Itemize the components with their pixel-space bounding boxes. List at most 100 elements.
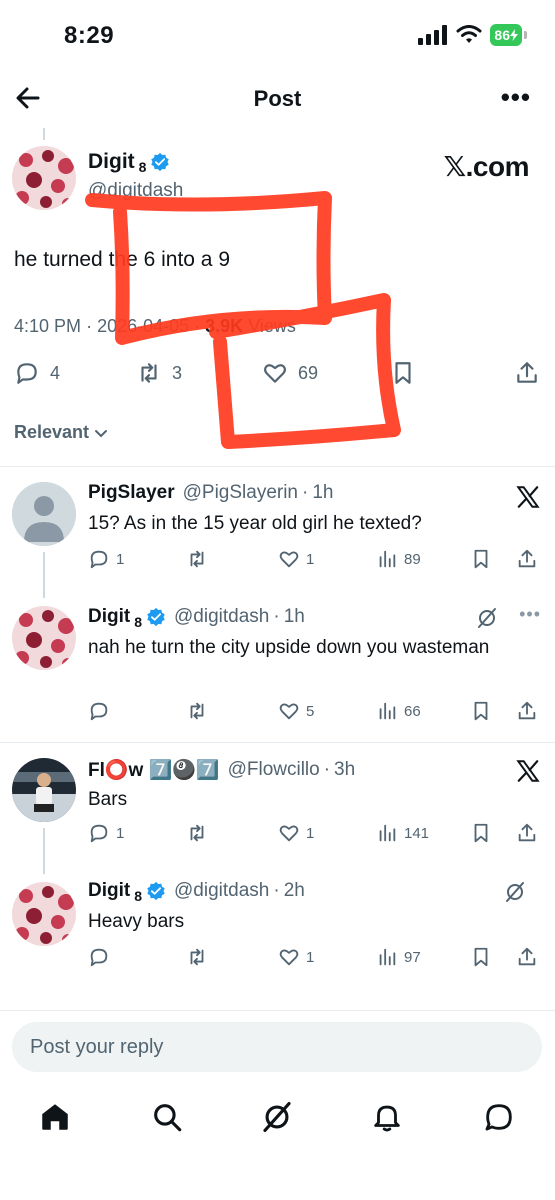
like-button[interactable]: 1 xyxy=(278,946,314,968)
avatar-image xyxy=(12,758,76,822)
verified-badge-icon xyxy=(147,881,165,901)
message-icon[interactable] xyxy=(482,1100,516,1134)
reply-actions: 5 66 xyxy=(88,700,538,724)
author-name-suffix: 8 xyxy=(134,614,143,630)
post-time: 4:10 PM xyxy=(14,316,82,336)
like-count: 1 xyxy=(306,550,315,568)
share-icon xyxy=(518,549,536,568)
avatar[interactable] xyxy=(12,146,76,210)
reply-icon xyxy=(90,550,108,569)
repost-button[interactable]: 3 xyxy=(136,360,182,386)
bookmark-button[interactable] xyxy=(390,360,416,386)
share-button[interactable] xyxy=(516,822,538,844)
views-button[interactable]: 97 xyxy=(376,946,421,968)
heart-icon xyxy=(264,364,286,383)
views-label: Views xyxy=(248,316,296,336)
author-handle[interactable]: @digitdash xyxy=(88,180,183,202)
reply-text: 15? As in the 15 year old girl he texted… xyxy=(88,513,422,534)
like-count: 69 xyxy=(298,362,319,383)
views-button[interactable]: 66 xyxy=(376,700,421,722)
share-button[interactable] xyxy=(514,360,540,386)
reply-author-name[interactable]: Fl⭕w 7️⃣🎱7️⃣ xyxy=(88,758,220,782)
reply-button[interactable]: 1 xyxy=(88,822,124,844)
more-icon[interactable]: ••• xyxy=(519,604,541,625)
battery-level: 86 xyxy=(494,27,510,43)
grok-icon[interactable] xyxy=(260,1100,294,1134)
meta-separator: · xyxy=(273,606,280,627)
like-button[interactable]: 1 xyxy=(278,822,314,844)
like-count: 5 xyxy=(306,702,315,720)
reply-count: 1 xyxy=(116,824,125,842)
like-button[interactable]: 5 xyxy=(278,700,314,722)
repost-icon xyxy=(190,702,204,720)
bell-icon[interactable] xyxy=(370,1100,404,1134)
reply-author-handle[interactable]: @PigSlayerin xyxy=(183,482,298,504)
bookmark-button[interactable] xyxy=(470,548,492,570)
repost-button[interactable] xyxy=(186,822,208,844)
avatar[interactable] xyxy=(12,482,76,546)
views-icon xyxy=(379,948,396,966)
share-button[interactable] xyxy=(516,946,538,968)
avatar[interactable] xyxy=(12,606,76,670)
more-icon[interactable]: ••• xyxy=(501,82,531,113)
like-count: 1 xyxy=(306,824,315,842)
top-nav: Post ••• xyxy=(0,72,555,124)
search-icon[interactable] xyxy=(150,1100,184,1134)
views-icon xyxy=(379,824,396,842)
thread-connector xyxy=(43,828,45,874)
reply-button[interactable] xyxy=(88,946,110,968)
grok-icon[interactable] xyxy=(475,606,499,630)
bookmark-button[interactable] xyxy=(470,822,492,844)
avatar-image xyxy=(12,146,76,210)
charging-icon xyxy=(510,29,518,41)
reply-button[interactable]: 1 xyxy=(88,548,124,570)
author-name[interactable]: Digit xyxy=(88,150,135,174)
repost-button[interactable] xyxy=(186,700,208,722)
meta-separator: · xyxy=(302,482,309,503)
reply-author-handle[interactable]: @digitdash xyxy=(174,880,269,902)
home-icon[interactable] xyxy=(38,1100,72,1134)
bookmark-button[interactable] xyxy=(470,946,492,968)
reply-button[interactable]: 4 xyxy=(14,360,60,386)
reply-icon xyxy=(90,702,108,721)
status-icons: 86 xyxy=(418,24,527,46)
sort-dropdown[interactable]: Relevant xyxy=(14,422,109,443)
bookmark-icon xyxy=(474,701,488,721)
bookmark-button[interactable] xyxy=(470,700,492,722)
share-button[interactable] xyxy=(516,548,538,570)
like-button[interactable]: 69 xyxy=(262,360,318,386)
like-button[interactable]: 1 xyxy=(278,548,314,570)
bookmark-icon xyxy=(474,549,488,569)
share-button[interactable] xyxy=(516,700,538,722)
bookmark-icon xyxy=(474,823,488,843)
repost-button[interactable] xyxy=(186,548,208,570)
battery-indicator: 86 xyxy=(490,24,522,46)
views-button[interactable]: 89 xyxy=(376,548,421,570)
reply-time: 2h xyxy=(283,880,305,901)
reply-author-name[interactable]: Digit xyxy=(88,606,130,628)
reply-author-handle[interactable]: @digitdash xyxy=(174,606,269,628)
post-meta: 4:10 PM · 2026-04-05 · 3.9K Views xyxy=(14,316,296,337)
reply-author-name[interactable]: PigSlayer xyxy=(88,482,175,504)
reply-author-handle[interactable]: @Flowcillo xyxy=(228,759,320,781)
reply-actions: 1 97 xyxy=(88,946,538,970)
meta-separator: · xyxy=(323,759,331,780)
bookmark-icon xyxy=(395,362,411,384)
grok-icon[interactable] xyxy=(503,880,527,904)
reply-author-name[interactable]: Digit xyxy=(88,880,130,902)
view-count: 141 xyxy=(404,824,430,842)
like-count: 1 xyxy=(306,948,315,966)
views-icon xyxy=(379,702,396,720)
reply-button[interactable] xyxy=(88,700,110,722)
avatar[interactable] xyxy=(12,882,76,946)
reply-actions: 1 1 89 xyxy=(88,548,538,572)
meta-separator: · xyxy=(273,880,280,901)
bookmark-icon xyxy=(474,947,488,967)
avatar[interactable] xyxy=(12,758,76,822)
views-button[interactable]: 141 xyxy=(376,822,429,844)
repost-button[interactable] xyxy=(186,946,208,968)
battery-cap xyxy=(524,31,527,39)
reply-input[interactable]: Post your reply xyxy=(12,1022,542,1072)
heart-icon xyxy=(279,949,299,966)
view-count: 66 xyxy=(404,702,421,720)
